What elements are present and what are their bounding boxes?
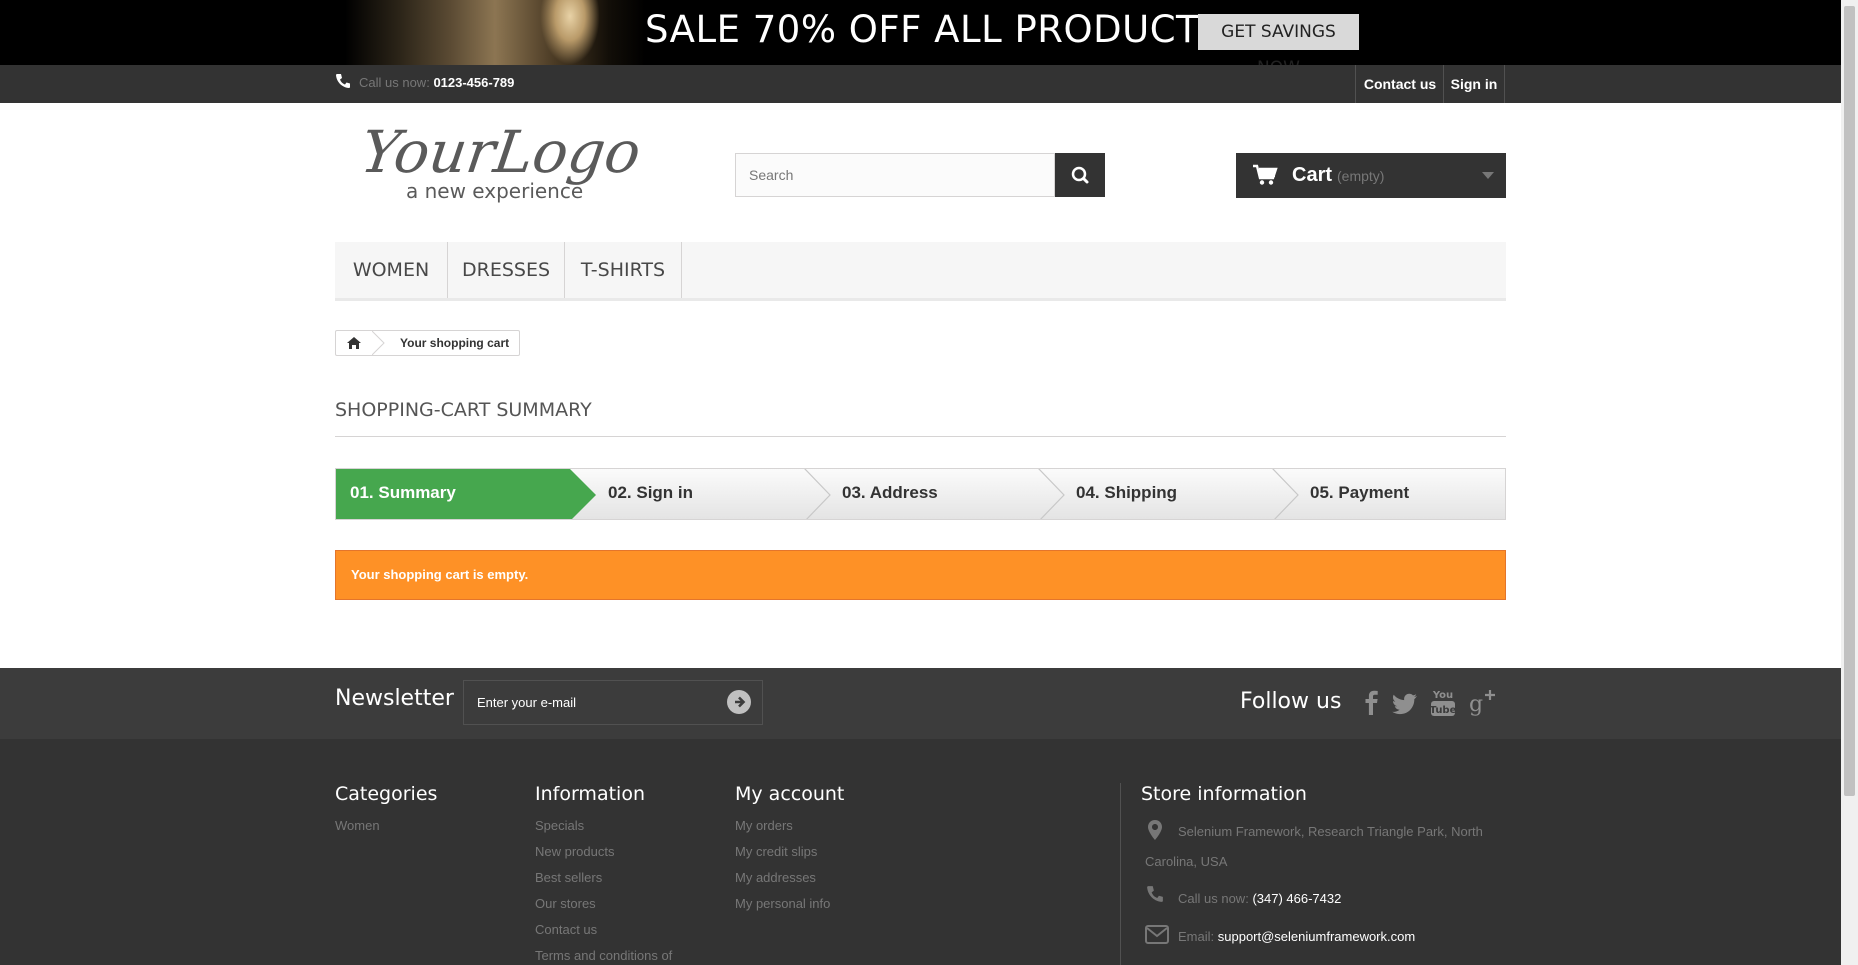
site-logo[interactable]: YourLogo a new experience bbox=[358, 120, 648, 210]
footer-link-personal-info[interactable]: My personal info bbox=[735, 896, 830, 911]
footer-link-credit-slips[interactable]: My credit slips bbox=[735, 844, 817, 859]
home-icon bbox=[347, 337, 361, 349]
footer-link-terms[interactable]: Terms and conditions of bbox=[535, 948, 672, 963]
footer-link-our-stores[interactable]: Our stores bbox=[535, 896, 596, 911]
footer-link-women[interactable]: Women bbox=[335, 818, 380, 833]
cart-dropdown[interactable]: Cart (empty) bbox=[1236, 153, 1506, 198]
empty-cart-alert: Your shopping cart is empty. bbox=[335, 550, 1506, 600]
menu-item-dresses[interactable]: DRESSES bbox=[448, 242, 565, 298]
logo-text: YourLogo bbox=[358, 120, 645, 186]
map-marker-icon bbox=[1148, 820, 1162, 840]
checkout-steps: 01. Summary 02. Sign in 03. Address 04. … bbox=[335, 468, 1506, 520]
svg-text:Tube: Tube bbox=[1430, 705, 1457, 716]
store-phone-text: Call us now: (347) 466-7432 bbox=[1178, 891, 1341, 906]
step-address: 03. Address bbox=[842, 483, 938, 502]
newsletter-email-input[interactable]: Enter your e-mail bbox=[463, 680, 763, 725]
footer-account-title: My account bbox=[735, 783, 845, 805]
footer-phone-icon bbox=[1147, 886, 1163, 902]
store-address-line2: Carolina, USA bbox=[1145, 854, 1228, 869]
store-email-text: Email: support@seleniumframework.com bbox=[1178, 929, 1415, 944]
banner-model-image bbox=[540, 0, 600, 65]
svg-text:g: g bbox=[1469, 692, 1483, 717]
footer-store-title: Store information bbox=[1141, 783, 1307, 805]
store-email-link[interactable]: support@seleniumframework.com bbox=[1218, 929, 1415, 944]
twitter-icon[interactable] bbox=[1390, 686, 1420, 718]
step-summary: 01. Summary bbox=[350, 483, 456, 502]
phone-icon bbox=[336, 74, 350, 88]
top-nav-bar bbox=[0, 65, 1841, 103]
step-sign-in: 02. Sign in bbox=[608, 483, 694, 502]
call-us-label: Call us now: bbox=[359, 75, 430, 90]
footer-categories-title: Categories bbox=[335, 783, 438, 805]
footer-link-contact-us[interactable]: Contact us bbox=[535, 922, 597, 937]
newsletter-band bbox=[0, 668, 1841, 739]
breadcrumb-current: Your shopping cart bbox=[400, 336, 510, 350]
cart-status: (empty) bbox=[1337, 168, 1385, 184]
search-input[interactable]: Search bbox=[735, 153, 1055, 197]
step-payment: 05. Payment bbox=[1310, 483, 1410, 502]
newsletter-submit-icon[interactable] bbox=[726, 689, 752, 715]
menu-item-t-shirts[interactable]: T-SHIRTS bbox=[565, 242, 682, 298]
google-plus-icon[interactable]: g bbox=[1467, 686, 1497, 718]
main-menu: WOMEN DRESSES T-SHIRTS bbox=[335, 242, 1506, 301]
breadcrumb: Your shopping cart bbox=[335, 330, 520, 356]
follow-us-title: Follow us bbox=[1240, 689, 1342, 714]
footer-link-my-addresses[interactable]: My addresses bbox=[735, 870, 816, 885]
menu-item-women[interactable]: WOMEN bbox=[335, 242, 448, 298]
store-phone: (347) 466-7432 bbox=[1252, 891, 1342, 906]
get-savings-button[interactable]: GET SAVINGS NOW bbox=[1198, 14, 1359, 65]
envelope-icon bbox=[1145, 925, 1169, 944]
logo-tagline: a new experience bbox=[406, 179, 583, 203]
store-email-label: Email: bbox=[1178, 929, 1215, 944]
breadcrumb-home[interactable] bbox=[336, 331, 372, 355]
step-shipping: 04. Shipping bbox=[1076, 483, 1178, 502]
call-us-text: Call us now: 0123-456-789 bbox=[359, 75, 514, 90]
footer-link-specials[interactable]: Specials bbox=[535, 818, 584, 833]
search-icon bbox=[1071, 166, 1089, 184]
footer-link-best-sellers[interactable]: Best sellers bbox=[535, 870, 602, 885]
title-divider bbox=[335, 436, 1506, 437]
store-address-line1: Selenium Framework, Research Triangle Pa… bbox=[1178, 824, 1483, 839]
page-title: SHOPPING-CART SUMMARY bbox=[335, 399, 592, 421]
footer-link-my-orders[interactable]: My orders bbox=[735, 818, 793, 833]
chevron-down-icon bbox=[1482, 172, 1494, 179]
newsletter-title: Newsletter bbox=[335, 686, 454, 711]
footer-divider bbox=[1120, 783, 1121, 965]
shop-phone: 0123-456-789 bbox=[433, 75, 515, 90]
search-button[interactable] bbox=[1055, 153, 1105, 197]
footer-link-new-products[interactable]: New products bbox=[535, 844, 614, 859]
breadcrumb-separator bbox=[372, 331, 385, 355]
contact-us-link[interactable]: Contact us bbox=[1355, 65, 1444, 103]
store-call-label: Call us now: bbox=[1178, 891, 1249, 906]
sign-in-link[interactable]: Sign in bbox=[1443, 65, 1505, 103]
footer bbox=[0, 739, 1841, 965]
promo-banner[interactable]: SALE 70% OFF ALL PRODUCTS GET SAVINGS NO… bbox=[0, 0, 1841, 65]
svg-text:You: You bbox=[1432, 690, 1453, 701]
footer-information-title: Information bbox=[535, 783, 645, 805]
banner-image bbox=[345, 0, 645, 65]
youtube-icon[interactable]: You Tube bbox=[1428, 686, 1458, 718]
cart-label: Cart bbox=[1292, 164, 1333, 186]
banner-headline: SALE 70% OFF ALL PRODUCTS bbox=[645, 8, 1224, 51]
facebook-icon[interactable] bbox=[1356, 686, 1386, 718]
scrollbar-thumb[interactable] bbox=[1844, 6, 1855, 796]
cart-icon bbox=[1253, 164, 1278, 185]
